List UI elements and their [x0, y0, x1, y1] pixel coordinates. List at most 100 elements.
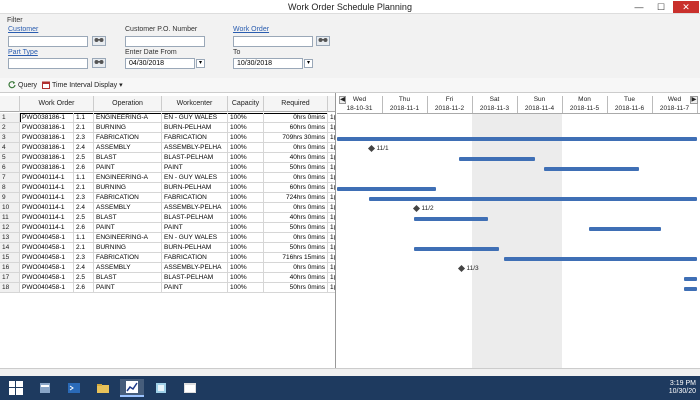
table-row[interactable]: 16 PWO040458-1 2.4 ASSEMBLY ASSEMBLY-PELHA 10…	[0, 263, 335, 273]
cell-required[interactable]: 0hrs 0mins	[264, 173, 328, 183]
date-from-dropdown[interactable]: ▾	[196, 59, 205, 68]
gantt-prev-button[interactable]: ◀	[339, 96, 346, 104]
table-row[interactable]: 8 PWO040114-1 2.1 BURNING BURN-PELHAM 100% 60h…	[0, 183, 335, 193]
cell-operation[interactable]: ENGINEERING-A	[94, 233, 162, 243]
table-row[interactable]: 5 PWO038186-1 2.5 BLAST BLAST-PELHAM 100% 40hr…	[0, 153, 335, 163]
cell-operation[interactable]: ENGINEERING-A	[94, 173, 162, 183]
cell-required[interactable]: 50hrs 0mins	[264, 283, 328, 293]
table-row[interactable]: 2 PWO038186-1 2.1 BURNING BURN-PELHAM 100% 60h…	[0, 123, 335, 133]
cell-required[interactable]: 0hrs 0mins	[264, 263, 328, 273]
cell-capacity[interactable]: 100%	[228, 243, 264, 253]
cell-work-order[interactable]: PWO040458-1	[20, 233, 74, 243]
cell-sequence[interactable]: 2.3	[74, 193, 94, 203]
table-row[interactable]: 11 PWO040114-1 2.5 BLAST BLAST-PELHAM 100% 40h…	[0, 213, 335, 223]
cell-required[interactable]: 716hrs 15mins	[264, 253, 328, 263]
cell-required[interactable]: 50hrs 0mins	[264, 243, 328, 253]
cell-capacity[interactable]: 100%	[228, 273, 264, 283]
row-number[interactable]: 8	[0, 183, 20, 193]
cell-sequence[interactable]: 2.3	[74, 133, 94, 143]
gantt-next-button[interactable]: ▶	[690, 96, 698, 104]
row-number[interactable]: 5	[0, 153, 20, 163]
cell-extra[interactable]: 1(	[328, 233, 335, 243]
table-row[interactable]: 6 PWO038186-1 2.6 PAINT PAINT 100% 50hrs 0mins…	[0, 163, 335, 173]
column-header-workcenter[interactable]: Workcenter	[162, 96, 228, 112]
cell-work-order[interactable]: PWO040114-1	[20, 213, 74, 223]
cell-extra[interactable]: 1(	[328, 213, 335, 223]
cell-workcenter[interactable]: BLAST-PELHAM	[162, 153, 228, 163]
cell-sequence[interactable]: 2.1	[74, 183, 94, 193]
cell-workcenter[interactable]: FABRICATION	[162, 193, 228, 203]
cell-required[interactable]: 40hrs 0mins	[264, 153, 328, 163]
date-from-input[interactable]: 04/30/2018	[125, 58, 195, 69]
cell-workcenter[interactable]: BURN-PELHAM	[162, 123, 228, 133]
cell-operation[interactable]: FABRICATION	[94, 253, 162, 263]
table-row[interactable]: 7 PWO040114-1 1.1 ENGINEERING-A EN - GUY WAL…	[0, 173, 335, 183]
column-header-extra[interactable]	[328, 96, 335, 112]
cell-extra[interactable]: 1(	[328, 193, 335, 203]
row-number[interactable]: 6	[0, 163, 20, 173]
close-button[interactable]: ✕	[673, 1, 699, 13]
cell-work-order[interactable]: PWO040458-1	[20, 283, 74, 293]
cell-workcenter[interactable]: EN - GUY WALES	[162, 173, 228, 183]
table-row[interactable]: 13 PWO040458-1 1.1 ENGINEERING-A EN - GUY WA…	[0, 233, 335, 243]
cell-work-order[interactable]: PWO040114-1	[20, 203, 74, 213]
taskbar-app-two[interactable]	[149, 379, 173, 397]
row-number[interactable]: 15	[0, 253, 20, 263]
query-button[interactable]: Query	[8, 81, 37, 89]
cell-operation[interactable]: FABRICATION	[94, 193, 162, 203]
cell-sequence[interactable]: 1.1	[74, 113, 94, 123]
work-order-lookup-button[interactable]	[316, 36, 330, 46]
cell-work-order[interactable]: PWO040458-1	[20, 263, 74, 273]
cell-extra[interactable]: 1(	[328, 253, 335, 263]
gantt-task-bar[interactable]	[413, 217, 488, 221]
taskbar-server-manager[interactable]	[33, 379, 57, 397]
cell-sequence[interactable]: 2.4	[74, 203, 94, 213]
cell-extra[interactable]: 1(	[328, 123, 335, 133]
cell-capacity[interactable]: 100%	[228, 153, 264, 163]
cell-workcenter[interactable]: PAINT	[162, 163, 228, 173]
gantt-task-bar[interactable]	[458, 157, 535, 161]
cell-sequence[interactable]: 1.1	[74, 233, 94, 243]
cell-work-order[interactable]: PWO040114-1	[20, 183, 74, 193]
cell-sequence[interactable]: 2.6	[74, 283, 94, 293]
cell-extra[interactable]: 1(	[328, 273, 335, 283]
cell-sequence[interactable]: 2.6	[74, 163, 94, 173]
part-type-link[interactable]: Part Type	[8, 49, 38, 56]
gantt-task-bar[interactable]	[413, 247, 499, 251]
cell-operation[interactable]: PAINT	[94, 163, 162, 173]
cell-work-order[interactable]: PWO040458-1	[20, 253, 74, 263]
cell-sequence[interactable]: 1.1	[74, 173, 94, 183]
row-number[interactable]: 14	[0, 243, 20, 253]
cell-operation[interactable]: ASSEMBLY	[94, 203, 162, 213]
cell-workcenter[interactable]: BLAST-PELHAM	[162, 213, 228, 223]
horizontal-scrollbar[interactable]	[0, 368, 700, 376]
gantt-milestone-diamond[interactable]	[367, 144, 375, 153]
table-row[interactable]: 4 PWO038186-1 2.4 ASSEMBLY ASSEMBLY-PELHA 100…	[0, 143, 335, 153]
cell-extra[interactable]: 1(	[328, 113, 335, 123]
cell-operation[interactable]: PAINT	[94, 223, 162, 233]
cell-capacity[interactable]: 100%	[228, 133, 264, 143]
table-row[interactable]: 18 PWO040458-1 2.6 PAINT PAINT 100% 50hrs 0min…	[0, 283, 335, 293]
cell-extra[interactable]: 1(	[328, 263, 335, 273]
row-number[interactable]: 11	[0, 213, 20, 223]
cell-extra[interactable]: 1(	[328, 143, 335, 153]
cell-work-order[interactable]: PWO040458-1	[20, 243, 74, 253]
cell-sequence[interactable]: 2.5	[74, 213, 94, 223]
work-order-link[interactable]: Work Order	[233, 26, 269, 33]
cell-work-order[interactable]: PWO038186-1	[20, 123, 74, 133]
start-button[interactable]	[4, 379, 28, 397]
gantt-task-bar[interactable]	[589, 227, 661, 231]
cell-work-order[interactable]: PWO038186-1	[20, 153, 74, 163]
row-number[interactable]: 4	[0, 143, 20, 153]
cell-required[interactable]: 60hrs 0mins	[264, 123, 328, 133]
row-number[interactable]: 16	[0, 263, 20, 273]
cell-capacity[interactable]: 100%	[228, 183, 264, 193]
cell-workcenter[interactable]: FABRICATION	[162, 133, 228, 143]
cell-capacity[interactable]: 100%	[228, 263, 264, 273]
cell-required[interactable]: 60hrs 0mins	[264, 183, 328, 193]
taskbar-schedule-app[interactable]	[120, 379, 144, 397]
gantt-task-bar[interactable]	[503, 257, 697, 261]
cell-workcenter[interactable]: EN - GUY WALES	[162, 233, 228, 243]
customer-link[interactable]: Customer	[8, 26, 38, 33]
cell-extra[interactable]: 1(	[328, 133, 335, 143]
